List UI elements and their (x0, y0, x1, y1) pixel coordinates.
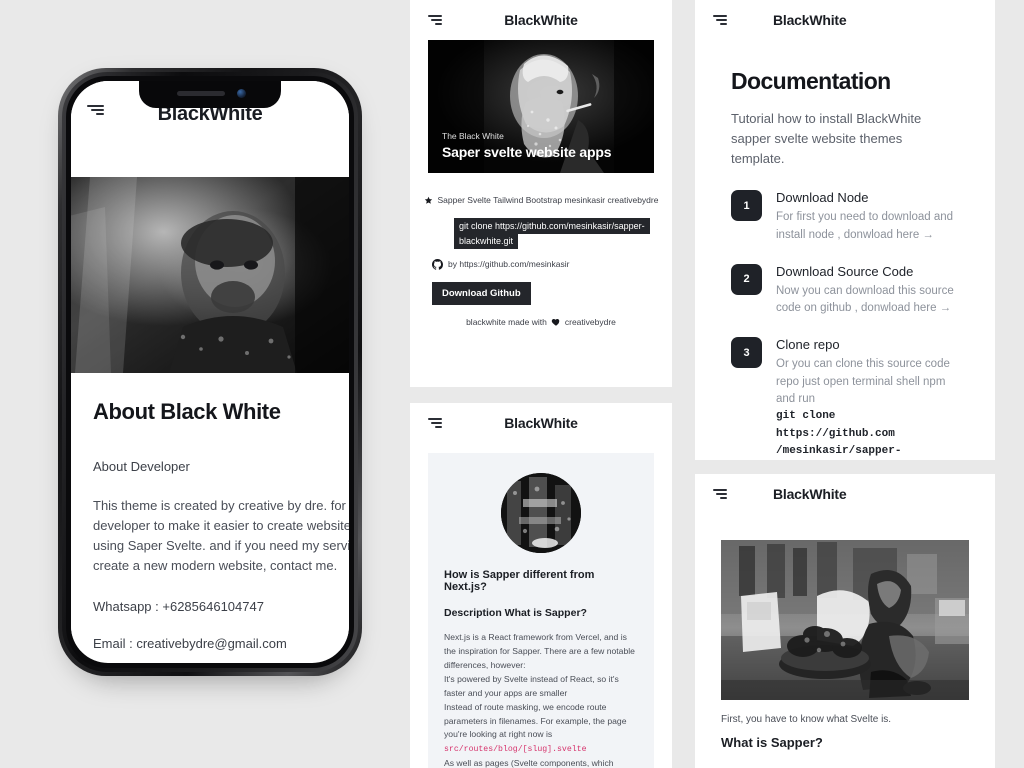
step-title: Clone repo (776, 337, 840, 353)
whatsapp-line: Whatsapp : +6285646104747 (93, 598, 264, 614)
sapper-inline-code: src/routes/blog/[slug].svelte (444, 745, 587, 755)
step-content: Clone repo Or you can clone this source … (776, 337, 959, 460)
about-line-1: This theme is created by creative by dre… (93, 498, 349, 513)
tagline-row: Sapper Svelte Tailwind Bootstrap mesinka… (410, 195, 672, 205)
sapper-question-title: How is Sapper different from Next.js? (444, 569, 595, 593)
download-github-button[interactable]: Download Github (432, 281, 531, 305)
step-item: 1 Download Node For first you need to do… (731, 190, 959, 244)
step-number-badge: 1 (731, 190, 762, 222)
phone-header-spacer (71, 139, 349, 177)
notch-camera-icon (237, 89, 246, 98)
card-sapper-brand: BlackWhite (504, 415, 578, 431)
sapper-body-3: Instead of route masking, we encode rout… (444, 701, 627, 740)
hero-caption: The Black White Saper svelte website app… (442, 131, 612, 160)
step-content: Download Source Code Now you can downloa… (776, 264, 959, 318)
github-by-line: by https://github.com/mesinkasir (410, 258, 672, 270)
github-icon (432, 258, 443, 270)
card-sapper-article: BlackWhite How is Sapper different from … (410, 403, 672, 768)
sapper-body: Next.js is a React framework from Vercel… (444, 631, 638, 768)
github-by-text: by https://github.com/mesinkasir (448, 259, 570, 270)
hero-kicker: The Black White (442, 131, 504, 141)
card-home-preview: BlackWhite The Black White Saper svelte … (410, 0, 672, 387)
page-root: BlackWhite About Black White About Devel… (0, 0, 1024, 768)
sapper-body-4-wrap: As well as pages (Svelte components, whi… (444, 757, 638, 768)
card-home-brand: BlackWhite (504, 12, 578, 28)
phone-bezel: BlackWhite About Black White About Devel… (66, 76, 354, 668)
sapper-subheading: Description What is Sapper? (444, 607, 587, 619)
step-description[interactable]: For first you need to download and insta… (776, 209, 959, 244)
svelte-question: What is Sapper? (721, 735, 823, 750)
step-description: Or you can clone this source code repo j… (776, 358, 950, 405)
step-number-badge: 3 (731, 337, 762, 369)
clone-command[interactable]: git clone https://github.com/mesinkasir/… (454, 218, 650, 249)
made-with-suffix: creativebydre (564, 316, 616, 327)
street-vendor-photo (721, 540, 969, 700)
phone-screen: BlackWhite About Black White About Devel… (71, 81, 349, 663)
page-title: About Black White (93, 399, 281, 424)
step-number-badge: 2 (731, 263, 762, 295)
documentation-steps: 1 Download Node For first you need to do… (731, 190, 959, 460)
sapper-body-4: As well as pages (Svelte components, whi… (444, 757, 614, 768)
sapper-panel: How is Sapper different from Next.js? De… (428, 453, 654, 768)
card-doc-header: BlackWhite (695, 0, 995, 40)
about-line-4: create a new modern website, contact me. (93, 558, 338, 574)
clone-command-wrap: git clone https://github.com/mesinkasir/… (432, 218, 650, 249)
phone-band: BlackWhite About Black White About Devel… (62, 72, 358, 672)
made-with-prefix: blackwhite made with (466, 316, 547, 327)
step-item: 3 Clone repo Or you can clone this sourc… (731, 337, 959, 460)
step-title: Download Source Code (776, 263, 914, 279)
about-paragraph: This theme is created by creative by dre… (93, 496, 349, 577)
phone-notch (139, 81, 281, 108)
about-subtitle: About Developer (93, 459, 190, 474)
step-content: Download Node For first you need to down… (776, 190, 959, 244)
card-home-header: BlackWhite (410, 0, 672, 40)
hero-banner-image: The Black White Saper svelte website app… (428, 40, 654, 173)
email-line: Email : creativebydre@gmail.com (93, 635, 287, 651)
hero-title: Saper svelte website apps (442, 144, 612, 160)
sapper-body-1: Next.js is a React framework from Vercel… (444, 632, 635, 670)
card-doc-brand: BlackWhite (773, 12, 847, 28)
phone-frame: BlackWhite About Black White About Devel… (58, 68, 362, 676)
step-item: 2 Download Source Code Now you can downl… (731, 263, 959, 318)
svelte-caption: First, you have to know what Svelte is. (721, 714, 892, 725)
sapper-body-3-wrap: Instead of route masking, we encode rout… (444, 701, 638, 757)
avatar (501, 473, 581, 553)
step-title: Download Node (776, 190, 869, 206)
about-line-3: using Saper Svelte. and if you need my s… (93, 538, 349, 554)
step-description[interactable]: Now you can download this source code on… (776, 283, 959, 318)
heart-icon (551, 318, 560, 326)
documentation-title: Documentation (731, 68, 891, 94)
card-svelte-brand: BlackWhite (773, 486, 847, 502)
made-with-row: blackwhite made with creativebydre (410, 317, 672, 327)
notch-speaker (177, 91, 225, 96)
star-icon (424, 196, 432, 204)
phone-content: About Black White About Developer This t… (71, 373, 349, 651)
tagline-text: Sapper Svelte Tailwind Bootstrap mesinka… (437, 195, 659, 205)
sapper-body-2: It's powered by Svelte instead of React,… (444, 673, 619, 698)
about-line-2: developer to make it easier to create we… (93, 518, 349, 534)
phone-hero-image (71, 177, 349, 373)
card-sapper-header: BlackWhite (410, 403, 672, 443)
card-svelte-intro: BlackWhite First, you have to know what … (695, 474, 995, 768)
step-code-line-1[interactable]: git clone https://github.com (776, 408, 959, 443)
documentation-lead: Tutorial how to install BlackWhite sappe… (731, 111, 922, 166)
step-code-line-2[interactable]: /mesinkasir/sapper- (776, 443, 959, 460)
card-documentation: BlackWhite Documentation Tutorial how to… (695, 0, 995, 460)
card-svelte-header: BlackWhite (695, 474, 995, 514)
phone-mockup: BlackWhite About Black White About Devel… (58, 68, 362, 680)
